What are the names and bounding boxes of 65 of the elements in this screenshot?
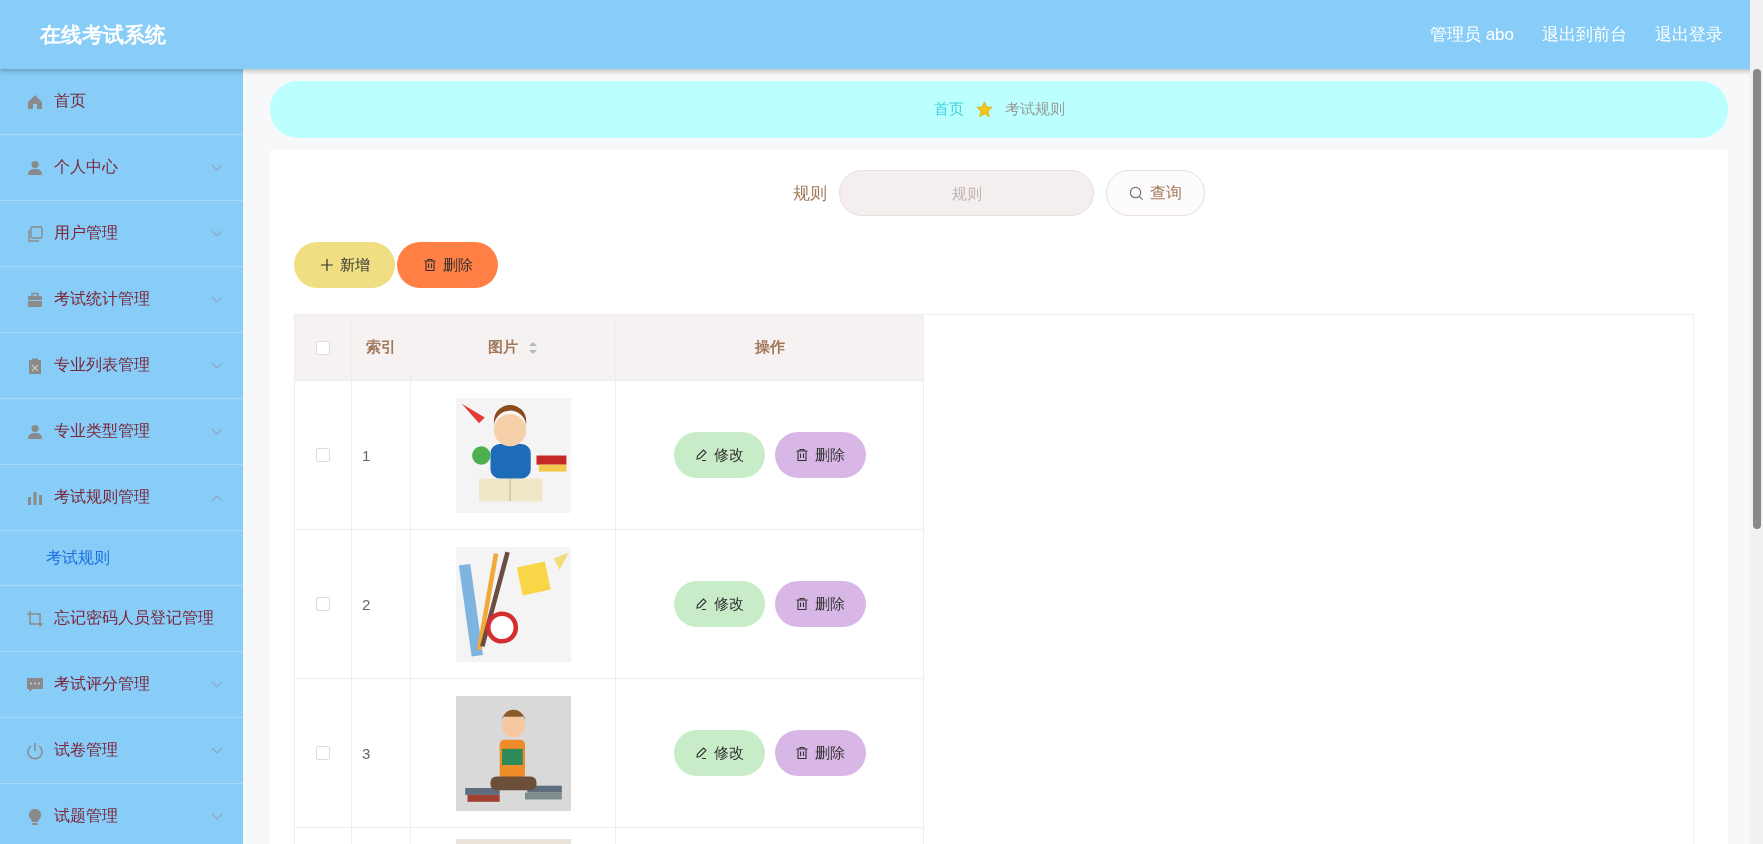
plus-icon	[319, 258, 334, 272]
chevron-down-icon	[211, 295, 223, 304]
chevron-down-icon	[211, 812, 223, 821]
chevron-down-icon	[211, 427, 223, 436]
app-title: 在线考试系统	[40, 21, 166, 48]
scrollbar-thumb[interactable]	[1753, 69, 1761, 529]
sort-icon[interactable]	[528, 341, 539, 356]
trash-icon	[422, 258, 437, 272]
checkbox[interactable]	[316, 746, 330, 760]
menu-item[interactable]: 试题管理	[0, 784, 243, 844]
chat-icon	[26, 675, 44, 694]
search-button[interactable]: 查询	[1106, 170, 1205, 216]
pencil-icon	[694, 746, 708, 760]
menu-item[interactable]: 考试评分管理	[0, 652, 243, 718]
index-text: 3	[362, 744, 371, 762]
menu-item[interactable]: 考试规则管理	[0, 465, 243, 531]
index-text: 1	[362, 446, 371, 464]
trash-icon	[795, 746, 809, 760]
delete-button[interactable]: 删除	[774, 730, 866, 776]
search-icon	[1129, 185, 1144, 201]
delete-button[interactable]: 删除	[397, 242, 498, 288]
checkbox[interactable]	[316, 448, 330, 462]
checkbox[interactable]	[316, 597, 330, 611]
user-icon	[26, 422, 44, 441]
trash-icon	[795, 448, 809, 462]
search-field[interactable]: 规则	[839, 170, 1094, 216]
column-header[interactable]: 图片	[487, 338, 518, 355]
power-icon	[26, 741, 44, 760]
field-label: 规则	[793, 182, 827, 205]
chevron-down-icon	[211, 746, 223, 755]
menu-item[interactable]: 忘记密码人员登记管理	[0, 586, 243, 652]
pencil-icon	[694, 597, 708, 611]
user-icon	[26, 158, 44, 177]
add-button[interactable]: 新增	[294, 242, 395, 288]
edit-button[interactable]: 修改	[673, 432, 765, 478]
delete-button[interactable]: 删除	[774, 432, 866, 478]
menu-item[interactable]: 专业列表管理	[0, 333, 243, 399]
star-icon	[975, 101, 993, 118]
crop-icon	[26, 609, 44, 628]
chevron-down-icon	[211, 361, 223, 370]
chevron-down-icon	[211, 229, 223, 238]
checkbox[interactable]	[316, 340, 330, 355]
menu-item[interactable]: 试卷管理	[0, 718, 243, 784]
trash-icon	[795, 597, 809, 611]
edit-button[interactable]: 修改	[673, 581, 765, 627]
home-icon	[26, 92, 44, 111]
edit-button[interactable]: 修改	[673, 730, 765, 776]
menu-item[interactable]: 考试统计管理	[0, 267, 243, 333]
clipboard-icon	[26, 356, 44, 375]
pencil-icon	[694, 448, 708, 462]
breadcrumb-current: 考试规则	[1004, 100, 1065, 119]
bulb-icon	[26, 807, 44, 826]
chevron-down-icon	[211, 163, 223, 172]
column-header: 操作	[754, 338, 785, 355]
chevron-up-icon	[211, 493, 223, 502]
chevron-down-icon	[211, 680, 223, 689]
menu-item[interactable]: 首页	[0, 69, 243, 135]
menu-item[interactable]: 用户管理	[0, 201, 243, 267]
copy-icon	[26, 224, 44, 243]
briefcase-icon	[26, 290, 44, 309]
column-header: 索引	[366, 338, 396, 355]
index-text: 2	[362, 595, 371, 613]
menu-item[interactable]: 个人中心	[0, 135, 243, 201]
delete-button[interactable]: 删除	[774, 581, 866, 627]
menu-item[interactable]: 专业类型管理	[0, 399, 243, 465]
